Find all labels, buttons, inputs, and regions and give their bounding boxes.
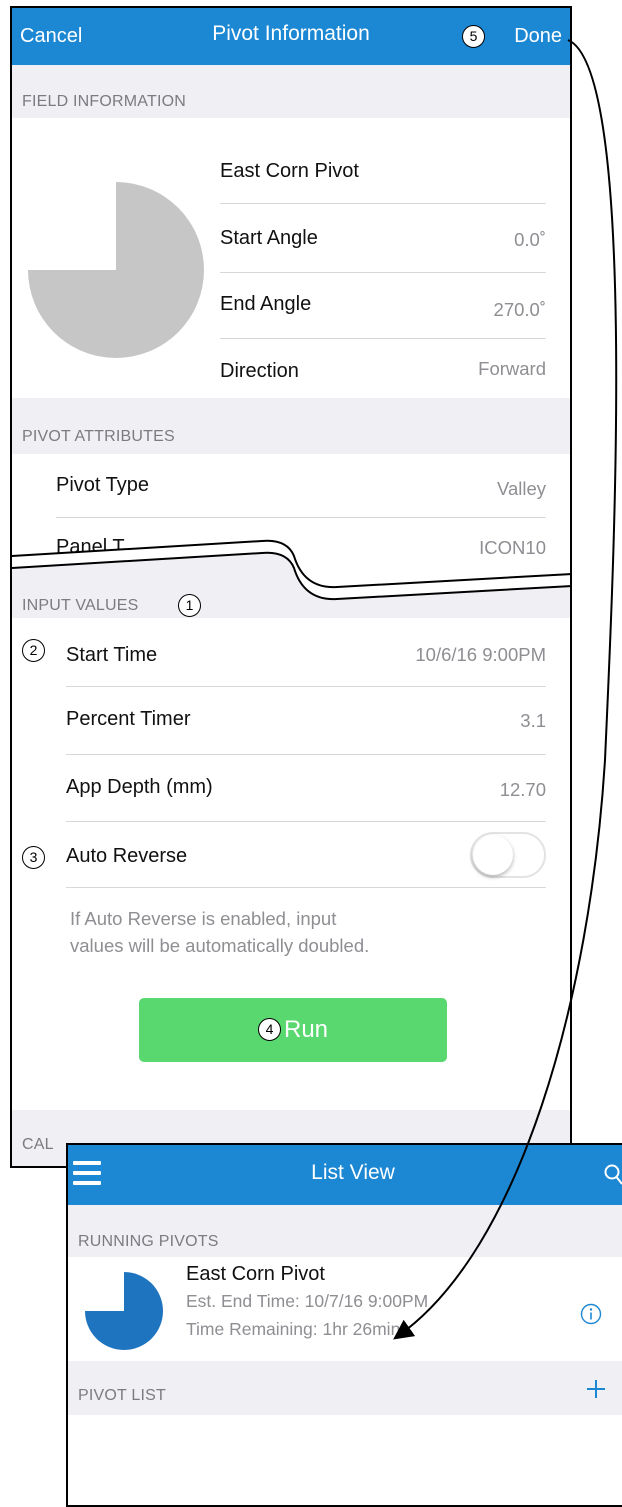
divider xyxy=(66,686,546,687)
divider xyxy=(220,338,546,339)
start-angle-label: Start Angle xyxy=(220,227,318,250)
hint-line-2: values will be automatically doubled. xyxy=(70,932,550,959)
direction-value[interactable]: Forward xyxy=(478,358,546,380)
divider xyxy=(56,517,546,518)
app-depth-label: App Depth (mm) xyxy=(66,776,213,799)
running-pivot-slice xyxy=(85,1272,163,1350)
divider xyxy=(220,272,546,273)
percent-timer-label: Percent Timer xyxy=(66,708,190,731)
running-pivot-time-remaining: Time Remaining: 1hr 26min xyxy=(186,1319,400,1340)
toggle-knob xyxy=(473,835,513,875)
callout-1: 1 xyxy=(178,594,201,617)
add-pivot-icon[interactable] xyxy=(586,1379,606,1399)
search-icon[interactable] xyxy=(604,1164,622,1186)
list-view-title: List View xyxy=(68,1161,622,1185)
percent-timer-value[interactable]: 3.1 xyxy=(520,710,546,732)
callout-3: 3 xyxy=(22,846,45,869)
auto-reverse-toggle[interactable] xyxy=(470,832,546,878)
pivot-list-header: PIVOT LIST xyxy=(68,1361,622,1415)
divider xyxy=(220,203,546,204)
start-angle-value[interactable]: 0.0˚ xyxy=(514,229,546,251)
pivot-name: East Corn Pivot xyxy=(220,160,359,183)
callout-4: 4 xyxy=(258,1018,281,1041)
run-button[interactable]: 4Run xyxy=(139,998,447,1062)
end-angle-value[interactable]: 270.0˚ xyxy=(494,299,546,321)
divider xyxy=(66,821,546,822)
pivot-attributes-header: PIVOT ATTRIBUTES xyxy=(12,398,570,454)
info-icon[interactable] xyxy=(580,1303,602,1325)
end-angle-label: End Angle xyxy=(220,293,311,316)
pivot-type-label: Pivot Type xyxy=(56,474,149,497)
running-pivot-row[interactable]: East Corn Pivot Est. End Time: 10/7/16 9… xyxy=(68,1257,622,1361)
input-values-header: INPUT VALUES xyxy=(12,586,570,620)
start-time-value[interactable]: 10/6/16 9:00PM xyxy=(415,644,546,666)
pivot-info-navbar: Cancel Pivot Information 5 Done xyxy=(12,8,570,65)
field-coverage-pie xyxy=(26,180,206,360)
app-depth-value[interactable]: 12.70 xyxy=(500,779,546,801)
auto-reverse-hint: If Auto Reverse is enabled, input values… xyxy=(70,905,550,959)
list-view-screen: List View RUNNING PIVOTS East Corn Pivot… xyxy=(66,1143,622,1507)
callout-2: 2 xyxy=(22,639,45,662)
done-button[interactable]: Done xyxy=(514,25,562,48)
input-values-header-label: INPUT VALUES xyxy=(22,597,139,614)
divider xyxy=(66,887,546,888)
running-pivots-header: RUNNING PIVOTS xyxy=(68,1205,622,1257)
running-pivot-name: East Corn Pivot xyxy=(186,1263,325,1286)
divider xyxy=(66,754,546,755)
callout-5: 5 xyxy=(462,25,485,48)
run-button-label: Run xyxy=(284,1016,328,1043)
running-pivot-end-time: Est. End Time: 10/7/16 9:00PM xyxy=(186,1291,428,1312)
hint-line-1: If Auto Reverse is enabled, input xyxy=(70,905,550,932)
field-information-header: FIELD INFORMATION xyxy=(12,65,570,118)
pivot-information-screen: Cancel Pivot Information 5 Done FIELD IN… xyxy=(10,6,572,1168)
auto-reverse-label: Auto Reverse xyxy=(66,845,187,868)
list-view-navbar: List View xyxy=(68,1145,622,1205)
field-coverage-slice xyxy=(28,182,204,358)
start-time-label: Start Time xyxy=(66,644,157,667)
page-title: Pivot Information xyxy=(12,22,570,46)
pivot-type-value[interactable]: Valley xyxy=(497,478,546,500)
running-pivot-pie xyxy=(84,1271,164,1351)
direction-label: Direction xyxy=(220,360,299,383)
